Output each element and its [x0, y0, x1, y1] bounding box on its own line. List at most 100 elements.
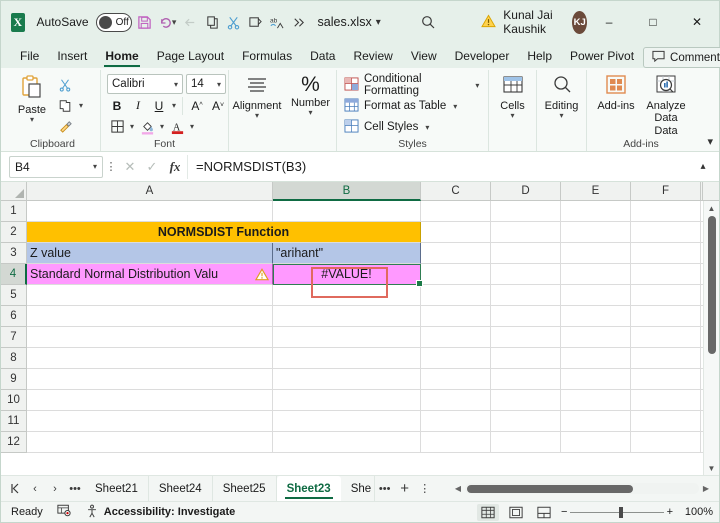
- cell-e1[interactable]: [561, 201, 631, 222]
- cell-e7[interactable]: [561, 327, 631, 348]
- cell-a6[interactable]: [27, 306, 273, 327]
- sheet-tab-next-partial[interactable]: She: [341, 476, 375, 501]
- zoom-slider[interactable]: − +: [561, 506, 673, 518]
- row-header-1[interactable]: 1: [1, 201, 27, 222]
- add-ins-button[interactable]: Add-ins: [591, 72, 641, 112]
- page-break-preview-button[interactable]: [533, 504, 555, 521]
- tab-home[interactable]: Home: [96, 45, 147, 68]
- add-sheet-button[interactable]: +: [395, 479, 415, 499]
- column-header-b[interactable]: B: [273, 182, 421, 201]
- cell-b12[interactable]: [273, 432, 421, 453]
- maximize-button[interactable]: □: [631, 1, 675, 43]
- cell-d1[interactable]: [491, 201, 561, 222]
- cell-c11[interactable]: [421, 411, 491, 432]
- insert-function-icon[interactable]: fx: [163, 159, 187, 175]
- font-name-combo[interactable]: Calibri ▾: [107, 74, 183, 94]
- sheet-tab-sheet24[interactable]: Sheet24: [149, 476, 213, 501]
- row-header-3[interactable]: 3: [1, 243, 27, 264]
- cell-e10[interactable]: [561, 390, 631, 411]
- cell-f9[interactable]: [631, 369, 701, 390]
- spelling-icon[interactable]: ab: [267, 9, 286, 35]
- zoom-track[interactable]: [570, 506, 664, 518]
- tab-developer[interactable]: Developer: [446, 45, 519, 68]
- cell-d4[interactable]: [491, 264, 561, 285]
- cell-c8[interactable]: [421, 348, 491, 369]
- cell-a11[interactable]: [27, 411, 273, 432]
- increase-font-size-button[interactable]: A ^: [187, 96, 207, 115]
- enter-formula-button[interactable]: ✓: [141, 159, 163, 175]
- underline-chevron-icon[interactable]: ▾: [170, 101, 178, 110]
- row-header-2[interactable]: 2: [1, 222, 27, 243]
- conditional-formatting-chevron-icon[interactable]: ▾: [474, 81, 481, 90]
- select-all-corner[interactable]: [1, 182, 27, 201]
- number-chevron-icon[interactable]: ▾: [308, 109, 312, 117]
- cell-styles-chevron-icon[interactable]: ▾: [423, 123, 431, 132]
- cell-a8[interactable]: [27, 348, 273, 369]
- alignment-chevron-icon[interactable]: ▾: [255, 112, 259, 120]
- tab-formulas[interactable]: Formulas: [233, 45, 301, 68]
- cell-f12[interactable]: [631, 432, 701, 453]
- cell-b5[interactable]: [273, 285, 421, 306]
- editing-button[interactable]: Editing ▾: [541, 72, 582, 120]
- copy-chevron-icon[interactable]: ▾: [77, 101, 85, 110]
- row-header-5[interactable]: 5: [1, 285, 27, 306]
- row-header-10[interactable]: 10: [1, 390, 27, 411]
- cell-f1[interactable]: [631, 201, 701, 222]
- underline-button[interactable]: U: [149, 96, 169, 115]
- close-button[interactable]: ✕: [675, 1, 719, 43]
- name-box[interactable]: B4 ▾: [9, 155, 103, 178]
- conditional-formatting-button[interactable]: Conditional Formatting ▾: [341, 73, 484, 97]
- name-box-chevron-icon[interactable]: ▾: [93, 162, 97, 171]
- cell-e11[interactable]: [561, 411, 631, 432]
- cell-a1[interactable]: [27, 201, 273, 222]
- cell-f5[interactable]: [631, 285, 701, 306]
- first-sheet-icon[interactable]: [5, 479, 25, 499]
- cell-c5[interactable]: [421, 285, 491, 306]
- scroll-down-icon[interactable]: ▼: [708, 461, 716, 475]
- borders-chevron-icon[interactable]: ▾: [128, 122, 136, 131]
- horizontal-scrollbar[interactable]: ◀ ▶: [451, 481, 719, 497]
- cell-c6[interactable]: [421, 306, 491, 327]
- cell-d9[interactable]: [491, 369, 561, 390]
- font-color-button[interactable]: A: [167, 117, 187, 136]
- cell-e9[interactable]: [561, 369, 631, 390]
- cell-f2[interactable]: [631, 222, 701, 243]
- cell-b9[interactable]: [273, 369, 421, 390]
- cell-c10[interactable]: [421, 390, 491, 411]
- scroll-left-icon[interactable]: ◀: [451, 484, 465, 493]
- tab-review[interactable]: Review: [344, 45, 401, 68]
- column-header-e[interactable]: E: [561, 182, 631, 201]
- file-menu-chevron-icon[interactable]: ▾: [376, 17, 381, 28]
- cell-a4[interactable]: Standard Normal Distribution Valu: [27, 264, 273, 285]
- format-painter-button[interactable]: [55, 117, 75, 136]
- cell-e3[interactable]: [561, 243, 631, 264]
- cell-f6[interactable]: [631, 306, 701, 327]
- scroll-right-icon[interactable]: ▶: [699, 484, 713, 493]
- cell-c12[interactable]: [421, 432, 491, 453]
- decrease-font-size-button[interactable]: A ˅: [208, 96, 228, 115]
- cell-f11[interactable]: [631, 411, 701, 432]
- row-header-7[interactable]: 7: [1, 327, 27, 348]
- paste-special-icon[interactable]: [246, 9, 265, 35]
- cells-button[interactable]: Cells ▾: [493, 72, 532, 120]
- cell-e4[interactable]: [561, 264, 631, 285]
- file-name[interactable]: sales.xlsx: [318, 15, 372, 29]
- cell-d6[interactable]: [491, 306, 561, 327]
- sheet-overflow-icon[interactable]: •••: [65, 479, 85, 499]
- account-area[interactable]: Kunal Jai Kaushik KJ: [481, 8, 588, 36]
- cell-b10[interactable]: [273, 390, 421, 411]
- formula-input[interactable]: =NORMSDIST(B3): [187, 154, 693, 179]
- cell-a12[interactable]: [27, 432, 273, 453]
- font-color-chevron-icon[interactable]: ▾: [188, 122, 196, 131]
- scroll-up-icon[interactable]: ▲: [708, 201, 716, 215]
- paste-button[interactable]: Paste ▾: [9, 72, 55, 124]
- cell-d2[interactable]: [491, 222, 561, 243]
- undo-icon[interactable]: [156, 9, 175, 35]
- bold-button[interactable]: B: [107, 96, 127, 115]
- analyze-data-button[interactable]: Analyze Data Data: [641, 72, 691, 137]
- cell-c2[interactable]: [421, 222, 491, 243]
- cell-a5[interactable]: [27, 285, 273, 306]
- minimize-button[interactable]: –: [587, 1, 631, 43]
- column-header-d[interactable]: D: [491, 182, 561, 201]
- accessibility-status[interactable]: Accessibility: Investigate: [85, 504, 235, 521]
